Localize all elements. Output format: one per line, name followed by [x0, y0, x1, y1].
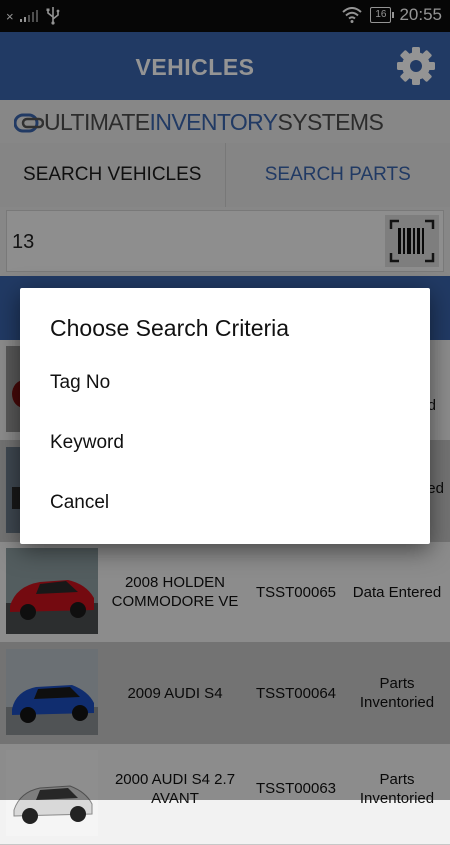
option-label: Keyword	[50, 432, 124, 454]
option-keyword[interactable]: Keyword	[20, 416, 430, 472]
option-tag-no[interactable]: Tag No	[20, 356, 430, 412]
option-label: Cancel	[50, 492, 109, 514]
dialog-title: Choose Search Criteria	[50, 315, 289, 342]
search-criteria-dialog: Choose Search Criteria Tag No Keyword Ca…	[20, 288, 430, 544]
option-label: Tag No	[50, 372, 110, 394]
option-cancel[interactable]: Cancel	[20, 476, 430, 532]
